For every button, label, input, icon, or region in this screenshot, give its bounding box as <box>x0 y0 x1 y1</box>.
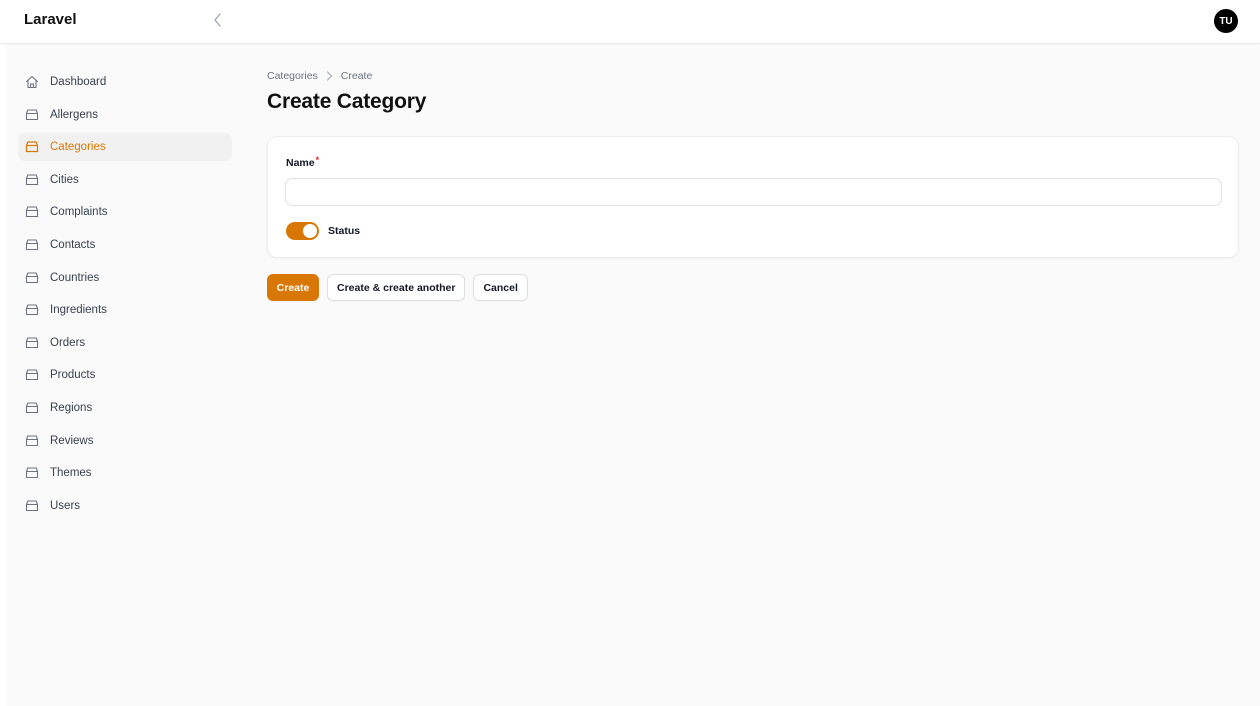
chevron-left-icon <box>213 12 222 30</box>
breadcrumb: Categories Create <box>267 68 1239 84</box>
archive-box-icon <box>24 172 40 188</box>
cancel-button[interactable]: Cancel <box>473 274 528 301</box>
name-input[interactable] <box>285 178 1222 206</box>
archive-box-icon <box>24 302 40 318</box>
sidebar-item-label: Orders <box>50 336 86 349</box>
sidebar-item-products[interactable]: Products <box>18 361 232 389</box>
sidebar-item-regions[interactable]: Regions <box>18 394 232 422</box>
sidebar-item-ingredients[interactable]: Ingredients <box>18 296 232 324</box>
sidebar-item-themes[interactable]: Themes <box>18 459 232 487</box>
sidebar-item-label: Cities <box>50 173 79 186</box>
sidebar-item-label: Categories <box>50 141 106 154</box>
archive-box-icon <box>24 498 40 514</box>
archive-box-icon <box>24 335 40 351</box>
form-card: Name* Status <box>267 136 1239 258</box>
sidebar-item-categories[interactable]: Categories <box>18 133 232 162</box>
sidebar-item-label: Allergens <box>50 108 98 121</box>
home-icon <box>24 74 40 90</box>
status-label: Status <box>328 225 361 237</box>
sidebar-nav: Dashboard Allergens Categories Cities Co… <box>18 68 232 524</box>
breadcrumb-item-current: Create <box>340 70 373 82</box>
sidebar-item-orders[interactable]: Orders <box>18 329 232 357</box>
sidebar-item-countries[interactable]: Countries <box>18 264 232 292</box>
sidebar-item-label: Products <box>50 369 96 382</box>
brand-logo[interactable]: Laravel <box>24 11 77 28</box>
create-button[interactable]: Create <box>267 274 319 301</box>
sidebar-item-label: Complaints <box>50 206 108 219</box>
sidebar-item-complaints[interactable]: Complaints <box>18 198 232 226</box>
sidebar-item-label: Contacts <box>50 238 96 251</box>
sidebar-item-allergens[interactable]: Allergens <box>18 101 232 129</box>
archive-box-icon <box>24 204 40 220</box>
required-marker: * <box>315 155 320 165</box>
toggle-knob <box>303 224 317 238</box>
archive-box-icon <box>24 107 40 123</box>
collapse-sidebar-button[interactable] <box>207 10 227 32</box>
archive-box-icon <box>24 400 40 416</box>
user-avatar[interactable]: TU <box>1214 9 1238 33</box>
archive-box-icon <box>24 433 40 449</box>
status-toggle[interactable] <box>286 222 319 240</box>
sidebar-item-label: Dashboard <box>50 76 107 88</box>
chevron-right-icon <box>326 71 333 81</box>
top-bar: Laravel TU <box>0 0 1260 44</box>
main-content: Categories Create Create Category Name* … <box>267 68 1239 301</box>
sidebar-item-label: Regions <box>50 401 93 414</box>
sidebar-item-reviews[interactable]: Reviews <box>18 427 232 455</box>
sidebar-item-users[interactable]: Users <box>18 492 232 520</box>
sidebar-item-label: Users <box>50 499 81 512</box>
sidebar-item-label: Countries <box>50 271 100 284</box>
sidebar-item-cities[interactable]: Cities <box>18 166 232 194</box>
archive-box-icon <box>24 139 40 155</box>
breadcrumb-item-categories[interactable]: Categories <box>267 70 318 82</box>
archive-box-icon <box>24 270 40 286</box>
sidebar-item-label: Reviews <box>50 434 94 447</box>
sidebar-item-contacts[interactable]: Contacts <box>18 231 232 259</box>
form-actions: Create Create & create another Cancel <box>267 274 1239 301</box>
page-title: Create Category <box>267 90 427 113</box>
content-area: Dashboard Allergens Categories Cities Co… <box>6 44 1260 706</box>
sidebar-item-label: Ingredients <box>50 304 107 317</box>
name-label-text: Name <box>286 157 315 169</box>
archive-box-icon <box>24 367 40 383</box>
name-label: Name* <box>286 155 320 169</box>
archive-box-icon <box>24 237 40 253</box>
sidebar-item-dashboard[interactable]: Dashboard <box>18 68 232 96</box>
archive-box-icon <box>24 465 40 481</box>
create-another-button[interactable]: Create & create another <box>327 274 466 301</box>
sidebar-item-label: Themes <box>50 467 92 480</box>
